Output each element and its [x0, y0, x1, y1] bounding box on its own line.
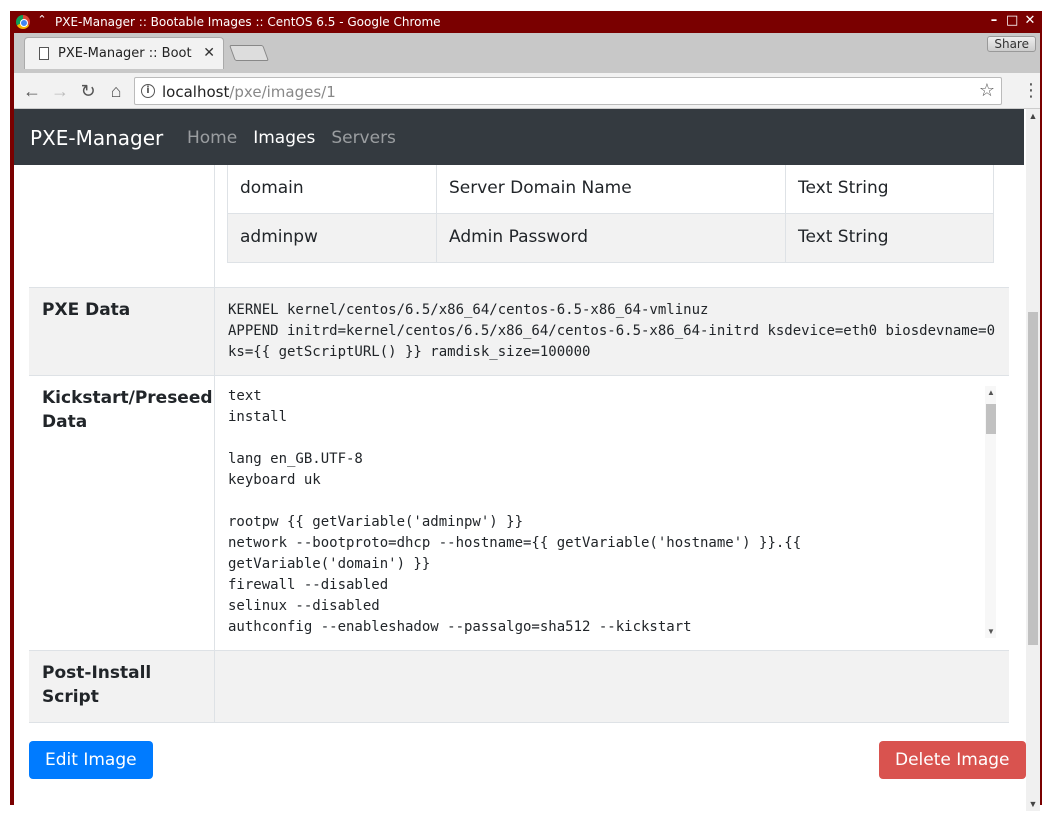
- variable-type: Text String: [786, 214, 994, 263]
- kickstart-cell: text install lang en_GB.UTF-8 keyboard u…: [216, 376, 1009, 650]
- tab-close-icon[interactable]: ✕: [203, 44, 215, 61]
- kickstart-scroll-box[interactable]: text install lang en_GB.UTF-8 keyboard u…: [228, 386, 996, 638]
- minimize-icon[interactable]: –: [988, 13, 1000, 29]
- table-row: domain Server Domain Name Text String: [227, 165, 994, 214]
- forward-arrow-icon[interactable]: →: [48, 79, 72, 103]
- navbar: PXE-Manager Home Images Servers: [14, 109, 1024, 165]
- edit-image-button[interactable]: Edit Image: [29, 741, 153, 779]
- page-scrollbar[interactable]: ▲ ▼: [1026, 109, 1040, 811]
- pxe-data-row: PXE Data KERNEL kernel/centos/6.5/x86_64…: [29, 287, 1009, 375]
- url-path: /pxe/images/1: [229, 83, 336, 101]
- url-host: localhost: [162, 83, 230, 101]
- more-vert-icon[interactable]: ⋮: [1022, 79, 1040, 101]
- maximize-icon[interactable]: □: [1006, 13, 1018, 29]
- variables-header-cell: [29, 165, 215, 287]
- kickstart-row: Kickstart/Preseed Data text install lang…: [29, 375, 1009, 650]
- pxe-data-cell: KERNEL kernel/centos/6.5/x86_64/centos-6…: [216, 288, 1009, 375]
- window-title: PXE-Manager :: Bootable Images :: CentOS…: [55, 15, 441, 29]
- post-install-cell: [216, 651, 1009, 722]
- back-arrow-icon[interactable]: ←: [20, 79, 44, 103]
- variables-table: domain Server Domain Name Text String ad…: [227, 165, 994, 263]
- title-bar: ⌃ PXE-Manager :: Bootable Images :: Cent…: [10, 11, 1042, 33]
- nav-links: Home Images Servers: [187, 128, 396, 148]
- tab-strip: PXE-Manager :: Boot ✕ Share: [14, 33, 1040, 73]
- variable-name: adminpw: [227, 214, 437, 263]
- post-install-row: Post-Install Script: [29, 650, 1009, 723]
- document-icon: [39, 47, 49, 60]
- scroll-down-icon[interactable]: ▼: [1028, 799, 1038, 809]
- scroll-down-icon[interactable]: ▼: [985, 627, 996, 636]
- share-button[interactable]: Share: [987, 36, 1036, 52]
- delete-image-button[interactable]: Delete Image: [879, 741, 1026, 779]
- variable-type: Text String: [786, 165, 994, 214]
- variable-description: Server Domain Name: [437, 165, 786, 214]
- nav-link-servers[interactable]: Servers: [331, 128, 396, 148]
- info-icon[interactable]: i: [141, 84, 155, 98]
- scroll-up-icon[interactable]: ▲: [1028, 111, 1038, 121]
- page-viewport: PXE-Manager Home Images Servers domain S…: [14, 109, 1040, 811]
- bookmark-star-icon[interactable]: ☆: [979, 80, 995, 101]
- tab-pxe-manager[interactable]: PXE-Manager :: Boot ✕: [24, 37, 224, 69]
- variable-description: Admin Password: [437, 214, 786, 263]
- navbar-brand[interactable]: PXE-Manager: [30, 126, 163, 150]
- tab-title: PXE-Manager :: Boot: [58, 46, 192, 61]
- kickstart-text: text install lang en_GB.UTF-8 keyboard u…: [228, 388, 802, 635]
- browser-toolbar: ← → ↻ ⌂ i localhost/pxe/images/1 ☆ ⋮: [14, 73, 1040, 109]
- chrome-logo-icon: [16, 15, 30, 29]
- reload-icon[interactable]: ↻: [76, 79, 100, 103]
- nav-link-home[interactable]: Home: [187, 128, 237, 148]
- pxe-data-label: PXE Data: [29, 288, 215, 375]
- kickstart-label: Kickstart/Preseed Data: [29, 376, 215, 650]
- kickstart-scroll-thumb[interactable]: [986, 404, 996, 434]
- nav-link-images[interactable]: Images: [253, 128, 315, 148]
- pxe-data-text: KERNEL kernel/centos/6.5/x86_64/centos-6…: [228, 302, 996, 360]
- kickstart-scrollbar[interactable]: ▲ ▼: [985, 386, 996, 638]
- post-install-label: Post-Install Script: [29, 651, 215, 722]
- page-scroll-thumb[interactable]: [1028, 312, 1038, 645]
- variables-row: domain Server Domain Name Text String ad…: [29, 165, 1009, 287]
- home-icon[interactable]: ⌂: [104, 79, 128, 103]
- table-row: adminpw Admin Password Text String: [227, 214, 994, 263]
- window-menu-icon[interactable]: ⌃: [36, 14, 48, 26]
- window-controls: – □ ✕: [988, 13, 1036, 29]
- close-window-icon[interactable]: ✕: [1024, 13, 1036, 29]
- browser-window: ⌃ PXE-Manager :: Bootable Images :: Cent…: [10, 11, 1042, 811]
- new-tab-button[interactable]: [229, 45, 269, 61]
- scroll-up-icon[interactable]: ▲: [985, 388, 996, 397]
- address-bar[interactable]: i localhost/pxe/images/1 ☆: [134, 77, 1002, 105]
- variable-name: domain: [227, 165, 437, 214]
- url-text[interactable]: localhost/pxe/images/1: [162, 83, 336, 101]
